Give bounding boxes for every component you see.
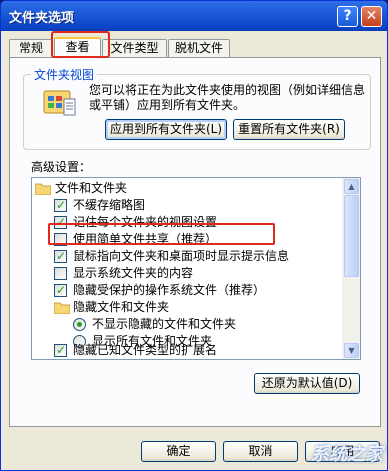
list-item-label: 文件和文件夹 bbox=[55, 181, 128, 195]
list-item-label: 鼠标指向文件夹和桌面项时显示提示信息 bbox=[73, 249, 290, 263]
scroll-down-icon[interactable]: ▼ bbox=[344, 343, 359, 358]
restore-defaults-button[interactable]: 还原为默认值(D) bbox=[254, 373, 360, 394]
reset-all-folders-button[interactable]: 重置所有文件夹(R) bbox=[233, 119, 345, 140]
list-item-label: 隐藏已知文件类型的扩展名 bbox=[73, 343, 218, 357]
tab-highlight-box bbox=[51, 31, 110, 58]
watermark-logo: 系统之家 bbox=[311, 444, 383, 465]
tab-offline-files[interactable]: 脱机文件 bbox=[168, 39, 230, 57]
tab-file-types[interactable]: 文件类型 bbox=[102, 39, 167, 57]
scroll-thumb[interactable] bbox=[344, 195, 359, 277]
close-icon: ✕ bbox=[365, 8, 378, 24]
vertical-scrollbar[interactable]: ▲ ▼ bbox=[342, 178, 360, 359]
title-bar[interactable]: 文件夹选项 ? ✕ bbox=[1, 1, 387, 31]
advanced-settings-label: 高级设置： bbox=[31, 160, 92, 174]
tab-label: 文件类型 bbox=[110, 41, 159, 55]
folder-options-dialog: 文件夹选项 ? ✕ 常规 查看 文件类型 脱机文件 文件夹视图 您可以将正在为此… bbox=[0, 0, 388, 471]
checkbox[interactable] bbox=[54, 342, 67, 359]
list-item-label: 不缓存缩略图 bbox=[73, 198, 146, 212]
apply-to-all-folders-button[interactable]: 应用到所有文件夹(L) bbox=[105, 119, 227, 140]
window-title: 文件夹选项 bbox=[9, 11, 75, 26]
folder-icon bbox=[35, 183, 51, 195]
radio-button[interactable] bbox=[73, 318, 86, 331]
checkbox[interactable] bbox=[54, 267, 67, 280]
tab-label: 脱机文件 bbox=[174, 41, 223, 55]
list-item-label: 隐藏文件和文件夹 bbox=[73, 300, 170, 314]
list-item-label: 不显示隐藏的文件和文件夹 bbox=[92, 317, 237, 331]
folder-icon bbox=[54, 302, 70, 314]
list-item-label: 显示系统文件夹的内容 bbox=[73, 266, 194, 280]
close-button[interactable]: ✕ bbox=[361, 6, 382, 27]
advanced-settings-list[interactable]: 文件和文件夹 不缓存缩略图 记住每个文件夹的视图设置 使用简单文件共享（推荐） … bbox=[31, 177, 361, 360]
folder-view-icon bbox=[43, 90, 76, 116]
help-icon: ? bbox=[343, 8, 352, 24]
folder-views-group-label: 文件夹视图 bbox=[31, 66, 98, 83]
checkbox[interactable] bbox=[54, 197, 67, 214]
tab-general[interactable]: 常规 bbox=[9, 39, 53, 57]
ok-button[interactable]: 确定 bbox=[141, 441, 216, 462]
scroll-up-icon[interactable]: ▲ bbox=[344, 179, 359, 194]
help-button[interactable]: ? bbox=[337, 6, 358, 27]
folder-views-description: 您可以将正在为此文件夹使用的视图（例如详细信息或平铺）应用到所有文件夹。 bbox=[89, 83, 366, 112]
tab-label: 常规 bbox=[18, 41, 43, 55]
checkbox[interactable] bbox=[54, 248, 67, 265]
row-highlight-box bbox=[48, 223, 275, 245]
list-item-label: 隐藏受保护的操作系统文件（推荐） bbox=[73, 283, 266, 297]
cancel-button[interactable]: 取消 bbox=[223, 441, 298, 462]
checkbox[interactable] bbox=[54, 282, 67, 299]
